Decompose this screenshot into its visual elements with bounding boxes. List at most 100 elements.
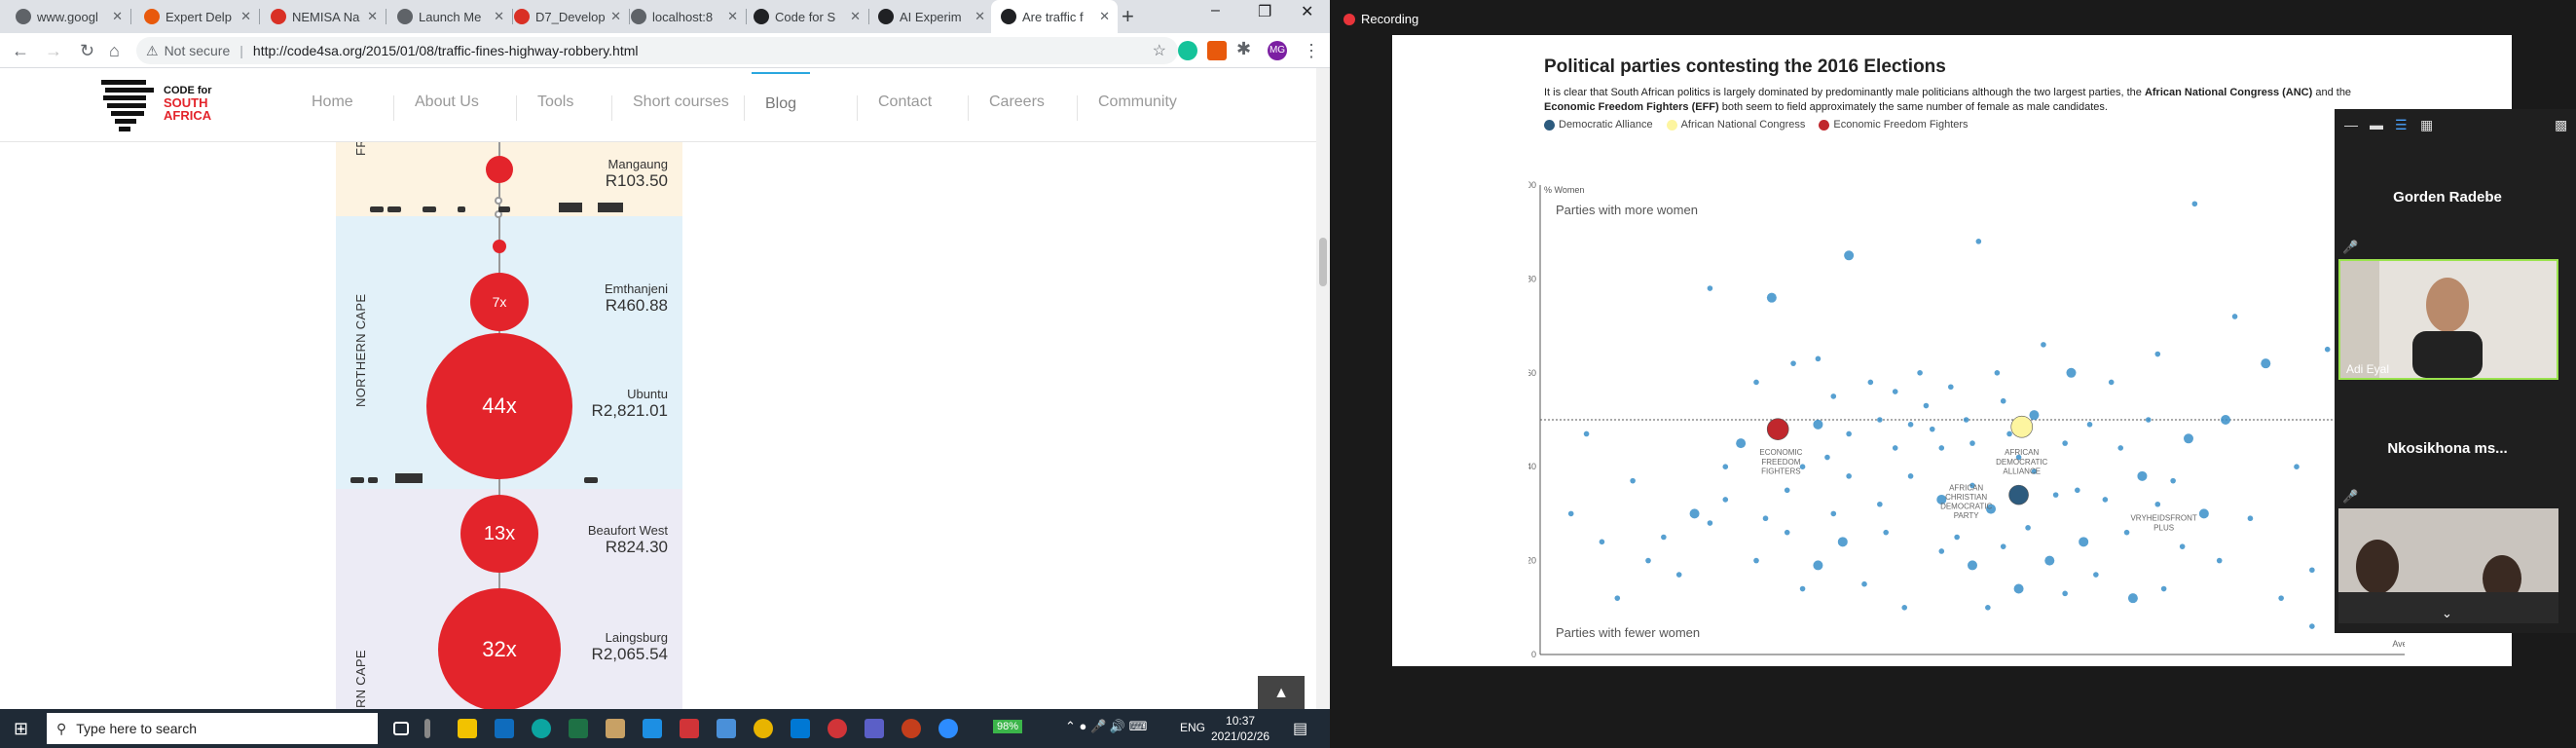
party-point[interactable]	[1929, 426, 1935, 432]
party-point[interactable]	[1861, 580, 1867, 587]
party-point[interactable]	[1630, 477, 1636, 484]
party-point[interactable]	[1968, 560, 1977, 571]
close-tab-icon[interactable]: ✕	[727, 9, 738, 24]
party-point[interactable]	[2198, 508, 2209, 519]
nav-item-blog[interactable]: Blog	[752, 72, 811, 131]
party-point[interactable]	[1938, 548, 1945, 554]
battery-indicator[interactable]: 98%	[993, 720, 1023, 733]
close-tab-icon[interactable]: ✕	[367, 9, 378, 24]
party-point[interactable]	[2013, 583, 2024, 594]
party-point[interactable]	[2154, 351, 2161, 357]
legend-item[interactable]: Economic Freedom Fighters	[1819, 119, 1969, 131]
close-tab-icon[interactable]: ✕	[610, 9, 621, 24]
legend-item[interactable]: African National Congress	[1666, 119, 1805, 131]
party-point[interactable]	[2247, 515, 2254, 522]
party-point[interactable]	[1824, 454, 1830, 461]
browser-tab[interactable]: localhost:8 ✕	[621, 0, 746, 33]
party-point[interactable]	[2170, 477, 2176, 484]
nav-item-tools[interactable]: Tools	[524, 88, 587, 117]
taskbar-app-icon[interactable]	[643, 719, 662, 738]
taskbar-clock[interactable]: 10:37 2021/02/26	[1211, 713, 1270, 744]
party-point[interactable]	[1583, 430, 1590, 437]
party-point[interactable]	[2066, 367, 2077, 378]
back-icon[interactable]: ←	[12, 41, 29, 61]
code4sa-logo[interactable]: CODE for SOUTH AFRICA	[101, 74, 228, 138]
party-point[interactable]	[2154, 501, 2161, 507]
vscode-icon[interactable]	[791, 719, 810, 738]
party-point[interactable]	[1722, 497, 1729, 503]
party-point[interactable]	[1599, 539, 1605, 545]
nav-item-community[interactable]: Community	[1085, 88, 1191, 117]
chrome-icon[interactable]	[754, 719, 773, 738]
party-point[interactable]	[2309, 623, 2315, 629]
party-point[interactable]	[1969, 440, 1975, 446]
party-point[interactable]	[2000, 543, 2006, 549]
edge-icon[interactable]	[532, 719, 551, 738]
party-point[interactable]	[1813, 419, 1823, 430]
party-point[interactable]	[2102, 497, 2109, 503]
taskbar-app-icon[interactable]	[424, 719, 430, 738]
party-point[interactable]	[1917, 370, 1923, 376]
party-point[interactable]	[2117, 445, 2124, 451]
party-point[interactable]	[1813, 560, 1823, 571]
browser-tab[interactable]: D7_Develop ✕	[504, 0, 629, 33]
scrollbar-thumb[interactable]	[1319, 238, 1327, 286]
browser-tab[interactable]: AI Experim ✕	[868, 0, 993, 33]
photos-icon[interactable]	[717, 719, 736, 738]
party-point[interactable]	[1799, 585, 1806, 592]
party-point[interactable]	[1799, 464, 1806, 470]
party-point[interactable]	[1689, 508, 1700, 519]
browser-menu-icon[interactable]: ⋮	[1303, 41, 1320, 61]
browser-tab[interactable]: Launch Me ✕	[387, 0, 512, 33]
participant-video[interactable]: ⌄	[2338, 508, 2558, 623]
taskbar-app-icon[interactable]	[828, 719, 847, 738]
party-point[interactable]	[2309, 567, 2315, 574]
extensions-puzzle-icon[interactable]: ✱	[1236, 39, 1251, 59]
view-option-icon[interactable]: ☰	[2395, 117, 2408, 133]
close-tab-icon[interactable]: ✕	[1099, 9, 1110, 24]
party-point[interactable]	[1877, 501, 1883, 507]
new-tab-icon[interactable]: +	[1122, 4, 1134, 29]
party-point[interactable]	[1938, 445, 1945, 451]
party-point[interactable]	[1923, 402, 1930, 409]
excel-icon[interactable]	[569, 719, 588, 738]
party-point[interactable]	[1867, 379, 1874, 386]
grammarly-extension-icon[interactable]	[1178, 41, 1197, 60]
windows-start-icon[interactable]: ⊞	[14, 719, 33, 738]
file-explorer-icon[interactable]	[458, 719, 477, 738]
party-point[interactable]	[1994, 370, 2001, 376]
address-bar[interactable]: ⚠ Not secure | http://code4sa.org/2015/0…	[136, 37, 1178, 64]
taskbar-search-box[interactable]: ⚲ Type here to search	[47, 713, 378, 744]
participant-video[interactable]: Adi Eyal	[2338, 259, 2558, 380]
party-point[interactable]	[1645, 557, 1651, 564]
party-point[interactable]	[2062, 590, 2068, 597]
store-icon[interactable]	[606, 719, 625, 738]
zoom-icon[interactable]	[938, 719, 958, 738]
party-point[interactable]	[2025, 525, 2031, 531]
minimize-window-icon[interactable]: –	[1211, 2, 1220, 19]
party-point[interactable]	[1722, 464, 1729, 470]
party-point[interactable]	[2093, 572, 2099, 578]
party-point[interactable]	[1985, 605, 1991, 611]
party-point[interactable]	[1614, 595, 1621, 601]
taskbar-app-icon[interactable]	[680, 719, 699, 738]
view-option-icon[interactable]: ▬	[2370, 117, 2383, 132]
nav-item-short-courses[interactable]: Short courses	[619, 88, 743, 117]
party-point[interactable]	[2160, 585, 2167, 592]
party-point[interactable]	[2041, 342, 2046, 348]
party-point[interactable]	[1830, 510, 1837, 517]
chevron-down-icon[interactable]: ⌄	[2442, 606, 2452, 621]
party-point[interactable]	[2191, 201, 2198, 207]
party-point[interactable]	[1877, 417, 1883, 423]
page-scrollbar[interactable]	[1316, 68, 1330, 711]
party-point[interactable]	[2324, 346, 2331, 353]
party-point[interactable]	[1892, 445, 1898, 451]
party-point[interactable]	[1661, 534, 1667, 541]
layout-icon[interactable]: ▩	[2555, 117, 2567, 133]
teams-icon[interactable]	[865, 719, 884, 738]
language-indicator[interactable]: ENG	[1180, 721, 1205, 734]
party-point[interactable]	[2123, 529, 2130, 536]
browser-tab[interactable]: Code for S ✕	[744, 0, 868, 33]
highlighted-party-point[interactable]	[1766, 418, 1789, 440]
powerpoint-icon[interactable]	[902, 719, 921, 738]
